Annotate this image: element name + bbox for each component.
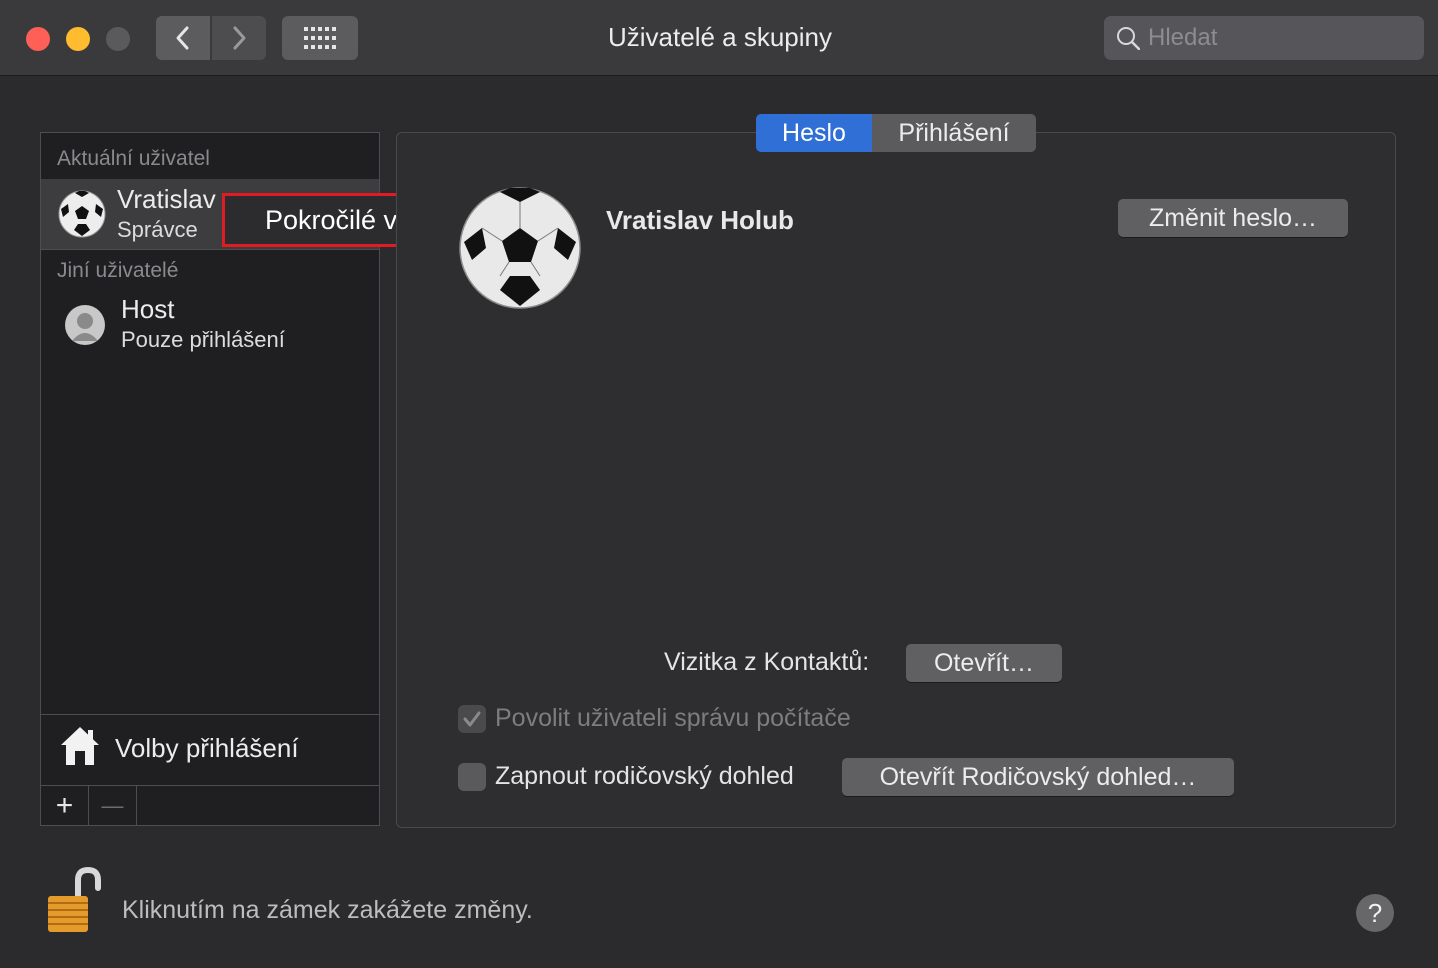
current-user-role: Správce [117, 217, 198, 242]
close-window-button[interactable] [26, 27, 50, 51]
parental-controls-label: Zapnout rodičovský dohled [495, 762, 794, 790]
tab-login-items[interactable]: Přihlášení [872, 114, 1036, 152]
login-options-label: Volby přihlášení [115, 733, 299, 763]
search-field[interactable] [1104, 16, 1424, 60]
chevron-right-icon [233, 26, 246, 50]
help-button[interactable]: ? [1356, 894, 1394, 932]
user-row-guest[interactable]: Host Pouze přihlášení [41, 291, 379, 361]
chevron-left-icon [176, 26, 189, 50]
soccer-ball-avatar-icon[interactable] [458, 186, 582, 310]
allow-admin-label: Povolit uživateli správu počítače [495, 704, 851, 732]
soccer-ball-avatar-icon [58, 190, 106, 238]
remove-user-button[interactable]: — [89, 786, 137, 826]
house-icon [61, 727, 99, 765]
open-parental-controls-button[interactable]: Otevřít Rodičovský dohled… [842, 758, 1234, 796]
add-user-button[interactable]: + [41, 786, 89, 826]
checkmark-icon [463, 711, 481, 727]
change-password-button[interactable]: Změnit heslo… [1118, 199, 1348, 237]
parental-controls-checkbox[interactable] [458, 763, 486, 791]
generic-user-avatar-icon [65, 305, 105, 345]
current-user-name: Vratislav [117, 184, 216, 214]
account-full-name: Vratislav Holub [606, 205, 794, 235]
unlocked-padlock-icon[interactable] [44, 866, 106, 934]
other-users-header: Jiní uživatelé [57, 259, 179, 282]
current-user-header: Aktuální uživatel [57, 147, 210, 170]
title-bar: Uživatelé a skupiny [0, 0, 1438, 76]
minimize-window-button[interactable] [66, 27, 90, 51]
grid-icon [304, 27, 336, 49]
zoom-window-button[interactable] [106, 27, 130, 51]
lock-status-text: Kliknutím na zámek zakážete změny. [122, 896, 533, 924]
search-icon [1117, 27, 1140, 50]
allow-admin-checkbox[interactable] [458, 705, 486, 733]
sidebar-toolbar: + — [41, 785, 379, 826]
tab-password[interactable]: Heslo [756, 114, 872, 152]
guest-user-name: Host [121, 294, 175, 324]
search-input[interactable] [1148, 24, 1408, 52]
sidebar-divider [41, 249, 379, 250]
back-button[interactable] [156, 16, 210, 60]
open-contact-button[interactable]: Otevřít… [906, 644, 1062, 682]
guest-user-role: Pouze přihlášení [121, 327, 285, 352]
forward-button[interactable] [212, 16, 266, 60]
contact-card-label: Vizitka z Kontaktů: [664, 648, 870, 676]
window-title: Uživatelé a skupiny [608, 22, 832, 52]
show-all-button[interactable] [282, 16, 358, 60]
login-options-item[interactable]: Volby přihlášení [41, 715, 379, 785]
